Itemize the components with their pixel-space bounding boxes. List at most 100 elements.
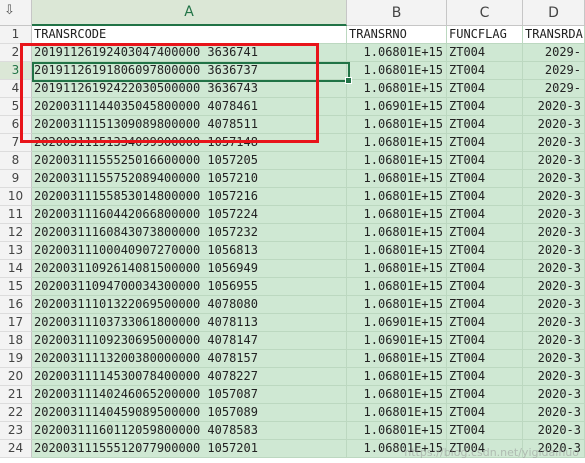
cell-b[interactable]: 1.06801E+15	[347, 386, 447, 404]
cell-b[interactable]: 1.06801E+15	[347, 422, 447, 440]
cell-c[interactable]: ZT004	[447, 116, 523, 134]
cell-b[interactable]: 1.06801E+15	[347, 152, 447, 170]
row-header[interactable]: 8	[0, 152, 32, 170]
cell-a[interactable]: 20200311160112059800000 4078583	[32, 422, 347, 440]
row-header[interactable]: 19	[0, 350, 32, 368]
cell-d[interactable]: 2029-	[523, 62, 585, 80]
cell-c[interactable]: ZT004	[447, 296, 523, 314]
cell-c[interactable]: ZT004	[447, 224, 523, 242]
cell-d[interactable]: 2020-3	[523, 242, 585, 260]
column-header-a[interactable]: A	[32, 0, 347, 26]
cell-d[interactable]: 2020-3	[523, 296, 585, 314]
cell-b[interactable]: 1.06801E+15	[347, 80, 447, 98]
column-header-d[interactable]: D	[523, 0, 585, 26]
cell-a[interactable]: 20200311092614081500000 1056949	[32, 260, 347, 278]
cell-b[interactable]: 1.06801E+15	[347, 206, 447, 224]
cell-c[interactable]: ZT004	[447, 44, 523, 62]
row-header[interactable]: 16	[0, 296, 32, 314]
row-header[interactable]: 20	[0, 368, 32, 386]
cell-b[interactable]: 1.06801E+15	[347, 350, 447, 368]
cell-d[interactable]: 2020-3	[523, 260, 585, 278]
cell-d[interactable]: 2020-3	[523, 386, 585, 404]
cell-b[interactable]: 1.06801E+15	[347, 44, 447, 62]
cell-a[interactable]: TRANSRCODE	[32, 26, 347, 44]
cell-a[interactable]: 20200311140246065200000 1057087	[32, 386, 347, 404]
cell-c[interactable]: ZT004	[447, 350, 523, 368]
cell-a[interactable]: 20200311151334099900000 1057148	[32, 134, 347, 152]
cell-d[interactable]: 2020-3	[523, 278, 585, 296]
column-header-b[interactable]: B	[347, 0, 447, 26]
row-header[interactable]: 24	[0, 440, 32, 458]
cell-d[interactable]: 2020-3	[523, 206, 585, 224]
cell-b[interactable]: 1.06901E+15	[347, 98, 447, 116]
cell-b[interactable]: 1.06901E+15	[347, 314, 447, 332]
cell-a[interactable]: 20200311113200380000000 4078157	[32, 350, 347, 368]
row-header[interactable]: 4	[0, 80, 32, 98]
cell-a[interactable]: 20200311155525016600000 1057205	[32, 152, 347, 170]
row-header[interactable]: 9	[0, 170, 32, 188]
cell-a[interactable]: 20200311155752089400000 1057210	[32, 170, 347, 188]
cell-d[interactable]: 2020-3	[523, 98, 585, 116]
cell-a[interactable]: 20200311140459089500000 1057089	[32, 404, 347, 422]
cell-c[interactable]: ZT004	[447, 80, 523, 98]
cell-c[interactable]: ZT004	[447, 260, 523, 278]
row-header[interactable]: 5	[0, 98, 32, 116]
row-header[interactable]: 3	[0, 62, 32, 80]
cell-d[interactable]: TRANSRDA	[523, 26, 585, 44]
cell-c[interactable]: ZT004	[447, 134, 523, 152]
cell-c[interactable]: ZT004	[447, 278, 523, 296]
cell-c[interactable]: ZT004	[447, 152, 523, 170]
cell-a[interactable]: 20200311155853014800000 1057216	[32, 188, 347, 206]
cell-d[interactable]: 2020-3	[523, 134, 585, 152]
cell-d[interactable]: 2029-	[523, 44, 585, 62]
cell-b[interactable]: 1.06801E+15	[347, 62, 447, 80]
cell-a[interactable]: 20200311144035045800000 4078461	[32, 98, 347, 116]
cell-a[interactable]: 20200311103733061800000 4078113	[32, 314, 347, 332]
select-all-corner[interactable]: ⇩	[0, 0, 32, 26]
cell-c[interactable]: ZT004	[447, 62, 523, 80]
row-header[interactable]: 21	[0, 386, 32, 404]
cell-c[interactable]: FUNCFLAG	[447, 26, 523, 44]
cell-d[interactable]: 2020-3	[523, 152, 585, 170]
row-header[interactable]: 14	[0, 260, 32, 278]
cell-c[interactable]: ZT004	[447, 242, 523, 260]
cell-d[interactable]: 2020-3	[523, 314, 585, 332]
cell-a[interactable]: 20200311109230695000000 4078147	[32, 332, 347, 350]
row-header[interactable]: 7	[0, 134, 32, 152]
cell-b[interactable]: 1.06801E+15	[347, 188, 447, 206]
cell-c[interactable]: ZT004	[447, 422, 523, 440]
row-header[interactable]: 23	[0, 422, 32, 440]
cell-b[interactable]: TRANSRNO	[347, 26, 447, 44]
cell-d[interactable]: 2020-3	[523, 116, 585, 134]
cell-c[interactable]: ZT004	[447, 188, 523, 206]
cell-c[interactable]: ZT004	[447, 98, 523, 116]
cell-b[interactable]: 1.06801E+15	[347, 278, 447, 296]
cell-b[interactable]: 1.06801E+15	[347, 368, 447, 386]
cell-c[interactable]: ZT004	[447, 206, 523, 224]
row-header[interactable]: 10	[0, 188, 32, 206]
cell-d[interactable]: 2020-3	[523, 188, 585, 206]
cell-a[interactable]: 20200311160442066800000 1057224	[32, 206, 347, 224]
cell-b[interactable]: 1.06801E+15	[347, 170, 447, 188]
row-header[interactable]: 6	[0, 116, 32, 134]
cell-b[interactable]: 1.06801E+15	[347, 404, 447, 422]
row-header[interactable]: 22	[0, 404, 32, 422]
cell-a[interactable]: 20200311100040907270000 1056813	[32, 242, 347, 260]
cell-d[interactable]: 2020-3	[523, 422, 585, 440]
cell-b[interactable]: 1.06901E+15	[347, 332, 447, 350]
row-header[interactable]: 13	[0, 242, 32, 260]
cell-d[interactable]: 2020-3	[523, 350, 585, 368]
cell-a[interactable]: 20191126191806097800000 3636737	[32, 62, 347, 80]
cell-d[interactable]: 2029-	[523, 80, 585, 98]
cell-c[interactable]: ZT004	[447, 368, 523, 386]
cell-b[interactable]: 1.06801E+15	[347, 116, 447, 134]
cell-c[interactable]: ZT004	[447, 314, 523, 332]
cell-d[interactable]: 2020-3	[523, 368, 585, 386]
row-header[interactable]: 2	[0, 44, 32, 62]
cell-a[interactable]: 20191126192403047400000 3636741	[32, 44, 347, 62]
cell-b[interactable]: 1.06801E+15	[347, 224, 447, 242]
cell-b[interactable]: 1.06801E+15	[347, 134, 447, 152]
cell-a[interactable]: 20200311160843073800000 1057232	[32, 224, 347, 242]
row-header[interactable]: 17	[0, 314, 32, 332]
cell-a[interactable]: 20200311114530078400000 4078227	[32, 368, 347, 386]
